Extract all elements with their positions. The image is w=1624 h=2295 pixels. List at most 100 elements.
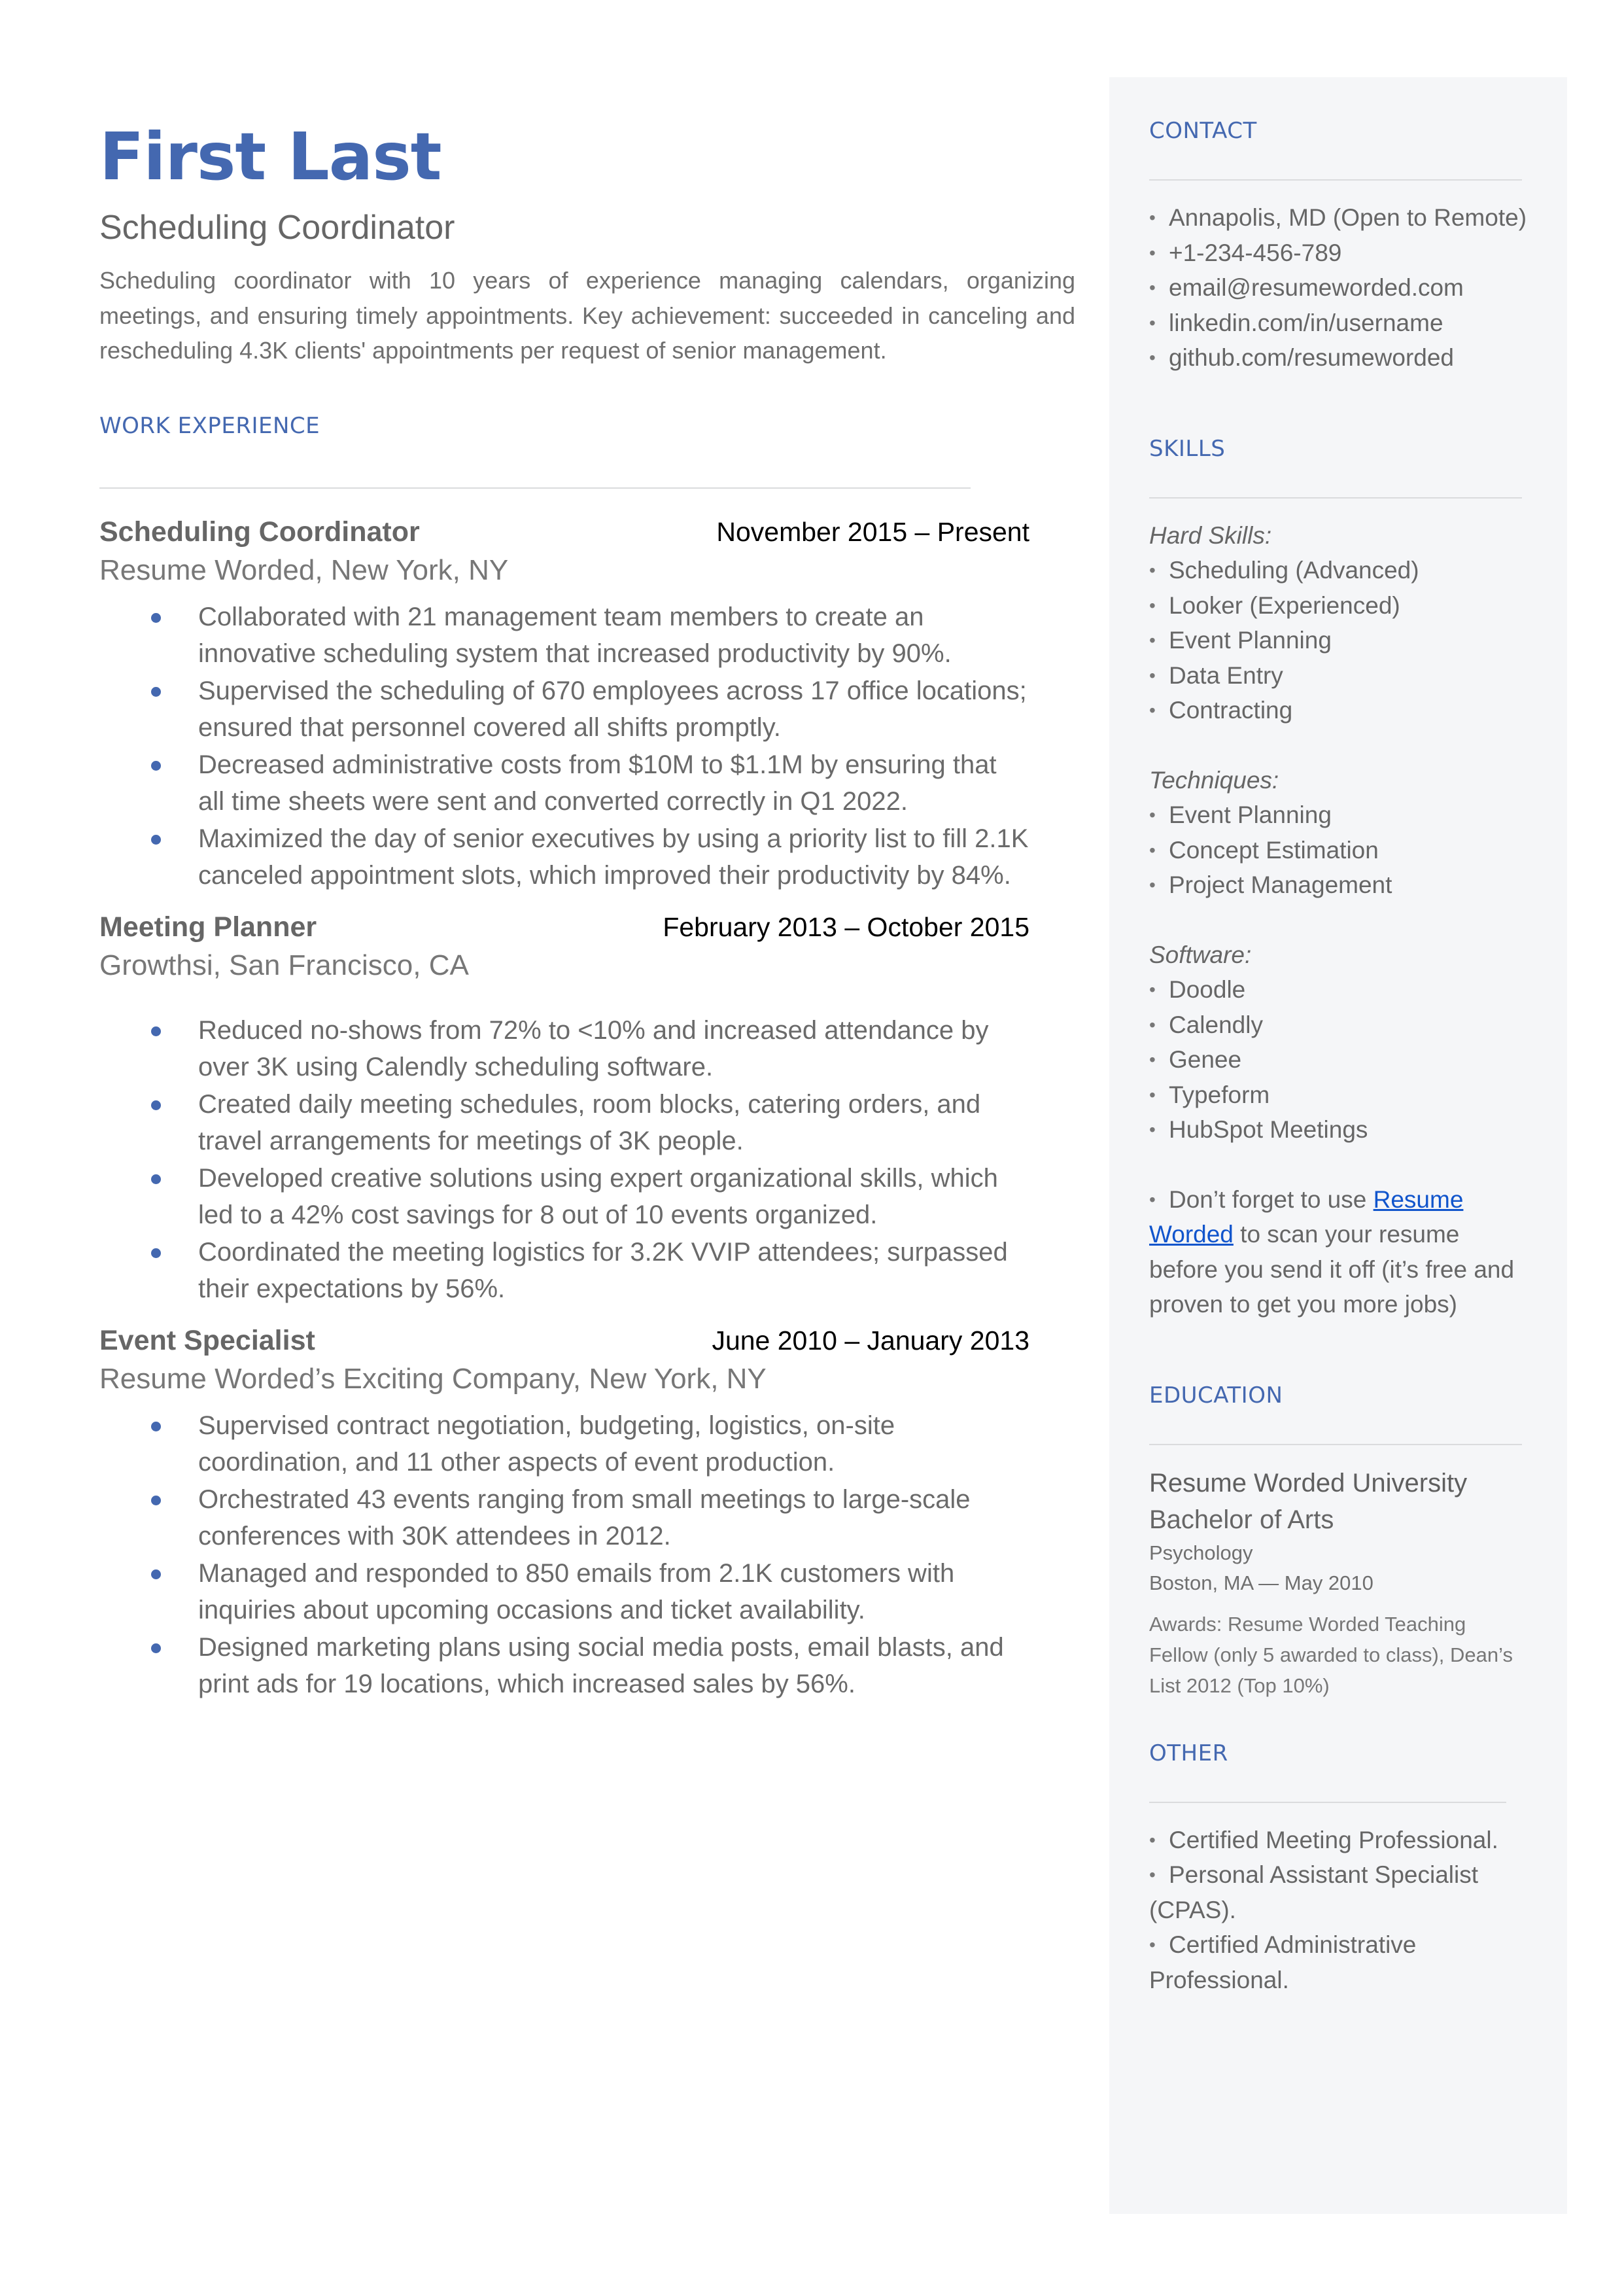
contact-linkedin-text[interactable]: linkedin.com/in/username	[1169, 309, 1443, 336]
skills-section: SKILLS Hard Skills: • Scheduling (Advance…	[1149, 436, 1529, 1322]
bullet-item: Designed marketing plans using social me…	[99, 1629, 1029, 1703]
bullet-text: Supervised contract negotiation, budgeti…	[198, 1410, 895, 1477]
skill-item: • Calendly	[1149, 1007, 1529, 1043]
contact-section: CONTACT • Annapolis, MD (Open to Remote) …	[1149, 118, 1529, 376]
skill-item: • HubSpot Meetings	[1149, 1112, 1529, 1148]
section-divider	[1149, 497, 1522, 499]
bullet-text: Developed creative solutions using exper…	[198, 1163, 998, 1230]
bullet-icon: •	[1149, 595, 1156, 616]
bullet-icon: •	[1149, 1189, 1156, 1210]
bullet-item: Maximized the day of senior executives b…	[99, 820, 1029, 894]
skill-text: Genee	[1169, 1046, 1242, 1073]
bullet-icon: •	[1149, 979, 1156, 1000]
job-dates: February 2013 – October 2015	[663, 911, 1029, 942]
contact-location-text: Annapolis, MD (Open to Remote)	[1169, 204, 1527, 231]
bullet-dot-icon	[151, 686, 161, 697]
skill-text: Calendly	[1169, 1011, 1263, 1038]
contact-email[interactable]: • email@resumeworded.com	[1149, 270, 1529, 306]
contact-list: • Annapolis, MD (Open to Remote) • +1-234-…	[1149, 200, 1529, 376]
skill-text: Concept Estimation	[1169, 836, 1379, 864]
bullet-dot-icon	[151, 1174, 161, 1184]
candidate-name: First Last	[99, 118, 442, 195]
skill-item: • Concept Estimation	[1149, 833, 1529, 868]
section-divider	[1149, 1801, 1506, 1803]
sidebar-content: CONTACT • Annapolis, MD (Open to Remote) …	[1149, 118, 1529, 1997]
skill-text: Doodle	[1169, 976, 1246, 1003]
section-divider	[1149, 1443, 1522, 1445]
job-bullets: Reduced no-shows from 72% to <10% and in…	[99, 1012, 1029, 1308]
job-header: Meeting Planner February 2013 – October …	[99, 909, 1029, 945]
job-entry: Scheduling Coordinator November 2015 – P…	[99, 514, 1029, 894]
bullet-icon: •	[1149, 700, 1156, 720]
bullet-icon: •	[1149, 207, 1156, 228]
skill-item: • Looker (Experienced)	[1149, 588, 1529, 623]
job-bullets: Collaborated with 21 management team mem…	[99, 599, 1029, 894]
contact-email-text[interactable]: email@resumeworded.com	[1169, 274, 1464, 301]
skill-group-hard-skills: Hard Skills: • Scheduling (Advanced) • Loo…	[1149, 518, 1529, 728]
skill-item: • Event Planning	[1149, 797, 1529, 833]
bullet-item: Created daily meeting schedules, room bl…	[99, 1086, 1029, 1160]
bullet-item: Managed and responded to 850 emails from…	[99, 1555, 1029, 1629]
sidebar: CONTACT • Annapolis, MD (Open to Remote) …	[1109, 77, 1567, 2214]
bullet-item: Coordinated the meeting logistics for 3.…	[99, 1234, 1029, 1308]
bullet-icon: •	[1149, 242, 1156, 263]
bullet-dot-icon	[151, 1569, 161, 1579]
job-company: Resume Worded, New York, NY	[99, 553, 509, 586]
bullet-item: Developed creative solutions using exper…	[99, 1160, 1029, 1234]
contact-location: • Annapolis, MD (Open to Remote)	[1149, 200, 1529, 236]
skill-item: • Project Management	[1149, 867, 1529, 903]
main-column: First Last Scheduling Coordinator Schedu…	[99, 116, 1075, 1703]
skill-text: Contracting	[1169, 697, 1293, 724]
job-bullets: Supervised contract negotiation, budgeti…	[99, 1407, 1029, 1703]
contact-github-text[interactable]: github.com/resumeworded	[1169, 344, 1454, 371]
bullet-icon: •	[1149, 875, 1156, 895]
job-company: Resume Worded’s Exciting Company, New Yo…	[99, 1362, 767, 1395]
bullet-icon: •	[1149, 1049, 1156, 1070]
skill-group-label: Hard Skills:	[1149, 521, 1272, 549]
bullet-item: Orchestrated 43 events ranging from smal…	[99, 1481, 1029, 1555]
job-entry: Meeting Planner February 2013 – October …	[99, 909, 1029, 1308]
bullet-dot-icon	[151, 1421, 161, 1431]
skill-list: • Event Planning • Concept Estimation • Pro…	[1149, 797, 1529, 903]
summary: Scheduling coordinator with 10 years of …	[99, 267, 1075, 364]
bullet-icon: •	[1149, 839, 1156, 860]
bullet-icon: •	[1149, 312, 1156, 333]
bullet-icon: •	[1149, 630, 1156, 650]
other-heading: OTHER	[1149, 1740, 1228, 1766]
contact-github[interactable]: • github.com/resumeworded	[1149, 340, 1529, 376]
job-company: Growthsi, San Francisco, CA	[99, 949, 469, 981]
tip-text-before: Don’t forget to use	[1169, 1185, 1373, 1213]
education-school: Resume Worded University	[1149, 1468, 1468, 1498]
job-dates: November 2015 – Present	[716, 516, 1029, 547]
job-title: Event Specialist	[99, 1324, 315, 1356]
skill-text: Data Entry	[1169, 661, 1283, 689]
bullet-text: Created daily meeting schedules, room bl…	[198, 1089, 981, 1156]
bullet-dot-icon	[151, 612, 161, 623]
skill-text: Event Planning	[1169, 801, 1332, 828]
contact-phone[interactable]: • +1-234-456-789	[1149, 236, 1529, 271]
skill-group-label: Techniques:	[1149, 766, 1279, 794]
bullet-dot-icon	[151, 760, 161, 771]
contact-heading: CONTACT	[1149, 118, 1257, 144]
skill-group-techniques: Techniques: • Event Planning • Concept Est…	[1149, 763, 1529, 903]
bullet-dot-icon	[151, 1495, 161, 1505]
bullet-icon: •	[1149, 1935, 1156, 1955]
education-heading: EDUCATION	[1149, 1382, 1283, 1409]
section-divider	[99, 487, 971, 489]
bullet-text: Managed and responded to 850 emails from…	[198, 1558, 955, 1625]
other-item: • Certified Meeting Professional.	[1149, 1823, 1529, 1858]
bullet-icon: •	[1149, 1865, 1156, 1885]
contact-linkedin[interactable]: • linkedin.com/in/username	[1149, 306, 1529, 341]
education-field: Psychology	[1149, 1541, 1253, 1564]
bullet-item: Decreased administrative costs from $10M…	[99, 746, 1029, 820]
bullet-icon: •	[1149, 805, 1156, 825]
bullet-text: Orchestrated 43 events ranging from smal…	[198, 1484, 971, 1551]
other-item-text: Certified Administrative Professional.	[1149, 1931, 1417, 1993]
education-location-date: Boston, MA — May 2010	[1149, 1571, 1373, 1594]
skill-group-software: Software: • Doodle • Calendly • Genee • Type…	[1149, 937, 1529, 1148]
skill-text: Project Management	[1169, 871, 1392, 898]
bullet-text: Supervised the scheduling of 670 employe…	[198, 676, 1027, 743]
skill-text: Event Planning	[1169, 627, 1332, 654]
job-title: Scheduling Coordinator	[99, 516, 420, 548]
contact-phone-text[interactable]: +1-234-456-789	[1169, 239, 1341, 266]
